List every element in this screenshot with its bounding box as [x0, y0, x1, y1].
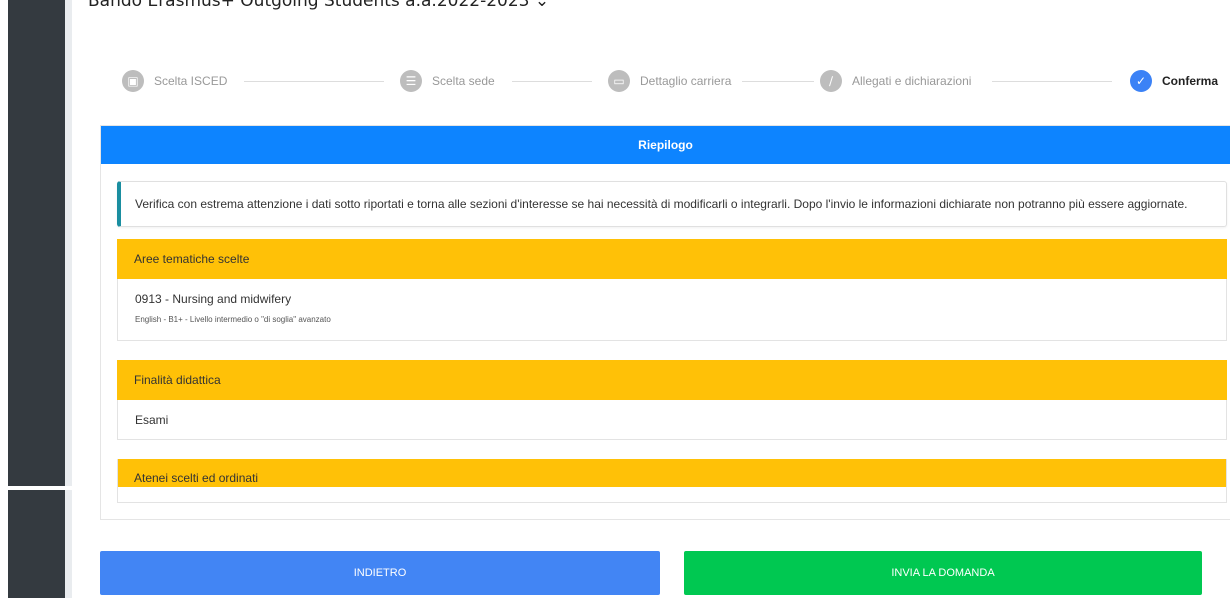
- screenshot-seam: [0, 486, 100, 490]
- step-allegati-dichiarazioni[interactable]: ∕ Allegati e dichiarazioni: [820, 68, 971, 94]
- back-button[interactable]: INDIETRO: [100, 551, 660, 595]
- section-atenei-scelti: Atenei scelti ed ordinati: [117, 459, 1227, 503]
- stepper: ▣ Scelta ISCED ☰ Scelta sede ▭ Dettaglio…: [122, 68, 1222, 94]
- step-label: Scelta ISCED: [154, 74, 228, 88]
- step-label: Allegati e dichiarazioni: [852, 74, 972, 88]
- sidebar: [8, 0, 65, 598]
- step-dettaglio-carriera[interactable]: ▭ Dettaglio carriera: [608, 68, 731, 94]
- step-connector: [512, 81, 592, 82]
- page-title: Bando Erasmus+ Outgoing Students a.a.202…: [88, 0, 549, 11]
- step-connector: [244, 81, 384, 82]
- finalita-value: Esami: [135, 413, 169, 427]
- summary-header: Riepilogo: [101, 126, 1230, 164]
- step-scelta-sede[interactable]: ☰ Scelta sede: [400, 68, 495, 94]
- step-connector: [742, 81, 814, 82]
- book-icon: ▭: [608, 70, 630, 92]
- step-scelta-isced[interactable]: ▣ Scelta ISCED: [122, 68, 227, 94]
- list-icon: ☰: [400, 70, 422, 92]
- section-finalita-didattica: Finalità didattica Esami: [117, 360, 1227, 440]
- section-title: Atenei scelti ed ordinati: [118, 459, 1226, 487]
- summary-card: Riepilogo Verifica con estrema attenzion…: [100, 125, 1230, 520]
- section-body: 0913 - Nursing and midwifery English - B…: [118, 279, 1226, 337]
- section-title: Aree tematiche scelte: [117, 239, 1227, 279]
- step-label: Dettaglio carriera: [640, 74, 732, 88]
- section-body: Esami: [118, 400, 1226, 440]
- left-edge: [0, 0, 8, 598]
- briefcase-icon: ▣: [122, 70, 144, 92]
- step-label: Scelta sede: [432, 74, 495, 88]
- check-icon: ✓: [1130, 70, 1152, 92]
- step-label: Conferma: [1162, 74, 1219, 88]
- section-title: Finalità didattica: [117, 360, 1227, 400]
- info-alert: Verifica con estrema attenzione i dati s…: [117, 181, 1227, 227]
- chevron-down-icon[interactable]: ⌄: [535, 0, 549, 11]
- language-level: English - B1+ - Livello intermedio o "di…: [135, 315, 331, 324]
- section-aree-tematiche: Aree tematiche scelte 0913 - Nursing and…: [117, 239, 1227, 341]
- alert-text: Verifica con estrema attenzione i dati s…: [135, 197, 1188, 211]
- paperclip-icon: ∕: [820, 70, 842, 92]
- submit-application-button[interactable]: INVIA LA DOMANDA: [684, 551, 1202, 595]
- step-connector: [992, 81, 1112, 82]
- sidebar-border: [65, 0, 72, 598]
- isced-area: 0913 - Nursing and midwifery: [135, 292, 292, 306]
- step-conferma[interactable]: ✓ Conferma: [1130, 68, 1218, 94]
